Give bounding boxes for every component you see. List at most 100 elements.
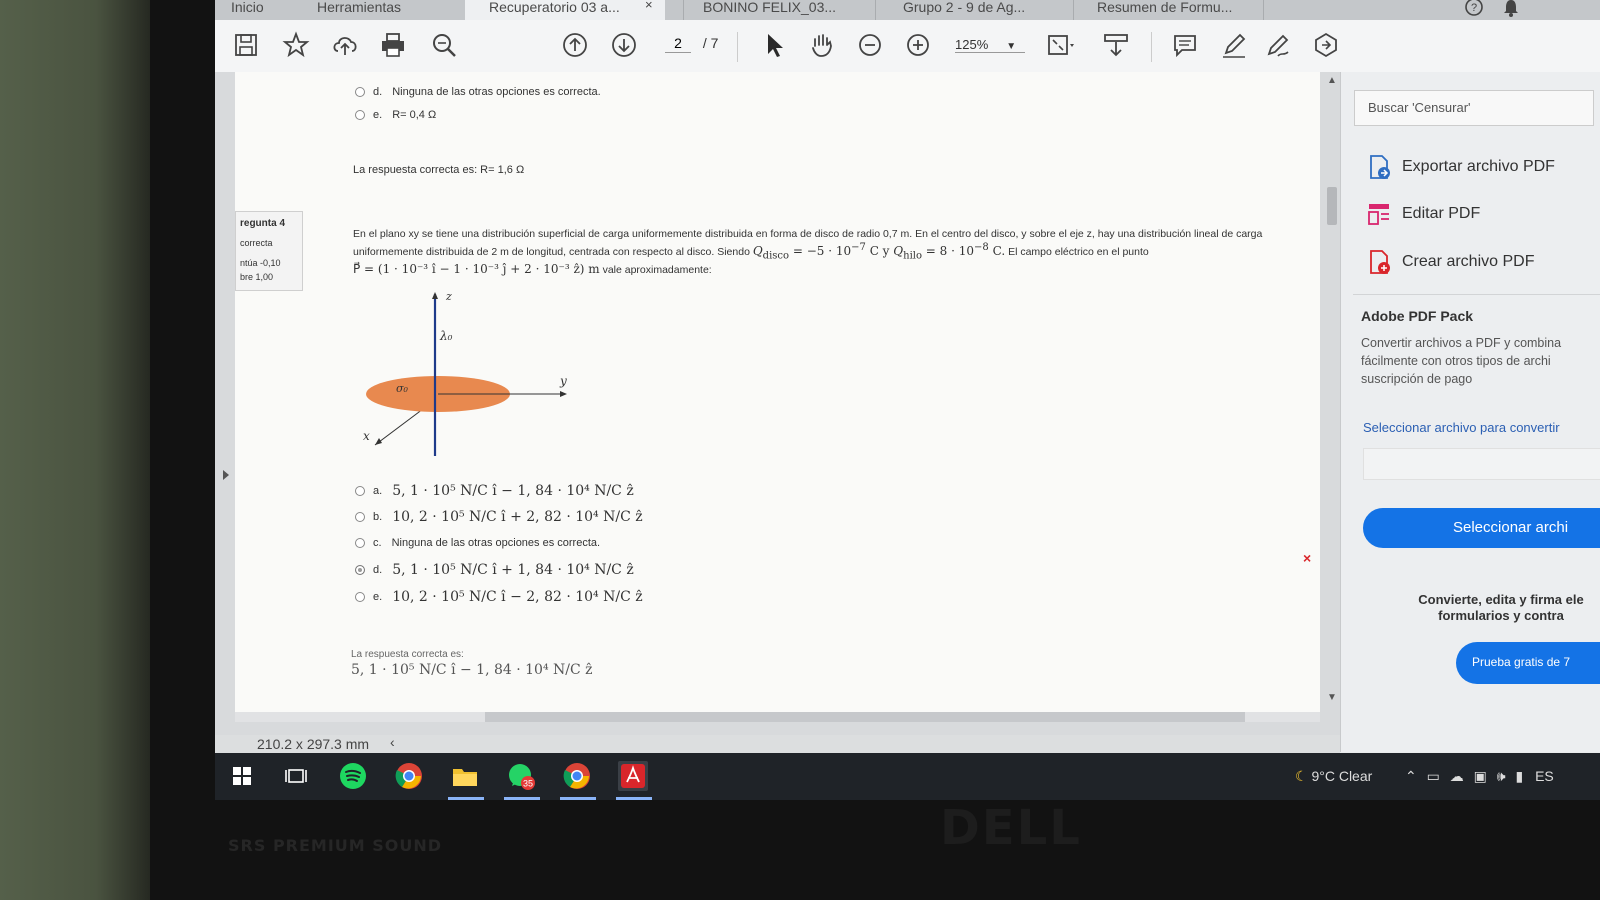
onedrive-icon[interactable]: ☁ xyxy=(1450,768,1464,784)
tab-divider xyxy=(875,0,876,20)
question-line-3: P⃗ = (1 · 10⁻³ î − 1 · 10⁻³ ĵ + 2 · 10⁻³… xyxy=(353,260,712,278)
option-text: Ninguna de las otras opciones es correct… xyxy=(391,537,601,549)
hand-icon[interactable] xyxy=(807,30,837,60)
disc-line-figure: z y x λ₀ σ₀ xyxy=(363,290,567,456)
option-d[interactable]: d. 5, 1 · 10⁵ N/C î + 1, 84 · 10⁴ N/C ẑ xyxy=(355,562,634,578)
spotify-icon[interactable] xyxy=(338,761,368,791)
select-file-link[interactable]: Seleccionar archivo para convertir xyxy=(1363,420,1560,435)
tab-bonino[interactable]: BONINO FELIX_03... xyxy=(703,0,863,20)
scroll-down-icon[interactable]: ▼ xyxy=(1327,692,1337,703)
create-pdf-tool[interactable]: Crear archivo PDF xyxy=(1366,249,1534,275)
whatsapp-icon[interactable]: 35 xyxy=(506,761,536,791)
fit-page-icon[interactable] xyxy=(1045,30,1075,60)
tab-recuperatorio[interactable]: Recuperatorio 03 a... × xyxy=(465,0,665,20)
bell-icon[interactable] xyxy=(1501,0,1521,18)
q-disco-symbol: Q xyxy=(752,244,763,258)
volume-icon[interactable]: 🕪 xyxy=(1497,768,1506,784)
tab-divider xyxy=(683,0,684,20)
file-drop-field[interactable] xyxy=(1363,448,1600,480)
radio-button[interactable] xyxy=(355,110,365,120)
page-number-input[interactable] xyxy=(665,34,691,53)
promo-line: Convierte, edita y firma ele xyxy=(1418,592,1584,607)
zoom-in-icon[interactable] xyxy=(903,30,933,60)
close-tab-icon[interactable]: × xyxy=(645,0,653,12)
tab-herramientas[interactable]: Herramientas xyxy=(317,0,447,20)
file-explorer-icon[interactable] xyxy=(450,761,480,791)
q-disco-exp: −7 xyxy=(851,242,866,253)
battery-icon[interactable]: ▮ xyxy=(1515,768,1523,784)
radio-button-selected[interactable] xyxy=(355,565,365,575)
upload-icon[interactable] xyxy=(330,30,360,60)
question-number: regunta 4 xyxy=(240,218,286,229)
search-tools-input[interactable]: Buscar 'Censurar' xyxy=(1354,90,1594,126)
windows-start-icon[interactable] xyxy=(227,761,257,791)
radio-button[interactable] xyxy=(355,87,365,97)
chevron-up-icon[interactable]: ⌃ xyxy=(1405,768,1417,784)
h-scroll-thumb[interactable] xyxy=(485,712,1245,722)
tab-bar: Inicio Herramientas Recuperatorio 03 a..… xyxy=(215,0,1600,20)
option-a[interactable]: a. 5, 1 · 10⁵ N/C î − 1, 84 · 10⁴ N/C ẑ xyxy=(355,483,634,499)
zoom-search-icon[interactable] xyxy=(429,30,459,60)
active-app-indicator xyxy=(448,797,484,800)
y-axis-arrow xyxy=(560,391,567,397)
horizontal-scrollbar[interactable] xyxy=(235,712,1320,722)
network-icon[interactable]: ▭ xyxy=(1427,768,1440,784)
tool-label: Crear archivo PDF xyxy=(1402,253,1535,270)
help-icon[interactable]: ? xyxy=(1463,0,1485,20)
option-text: 10, 2 · 10⁵ N/C î + 2, 82 · 10⁴ N/C ẑ xyxy=(392,509,643,525)
sign-icon[interactable] xyxy=(1263,30,1293,60)
language-indicator[interactable]: ES xyxy=(1535,768,1554,784)
highlight-icon[interactable] xyxy=(1219,30,1249,60)
share-icon[interactable] xyxy=(1311,30,1341,60)
page-total: / 7 xyxy=(702,35,719,51)
print-icon[interactable] xyxy=(378,30,408,60)
page-down-icon[interactable] xyxy=(609,30,639,60)
export-pdf-tool[interactable]: Exportar archivo PDF xyxy=(1366,154,1555,180)
tab-grupo2[interactable]: Grupo 2 - 9 de Ag... xyxy=(903,0,1063,20)
q-disco: Qdisco = −5 · 10−7 C y xyxy=(752,242,893,261)
answer-label: La respuesta correcta es: xyxy=(351,649,464,660)
display-icon[interactable]: ▣ xyxy=(1474,768,1487,784)
prev-option-e[interactable]: e. R= 0,4 Ω xyxy=(355,109,436,121)
edit-pdf-tool[interactable]: Editar PDF xyxy=(1366,201,1480,227)
radio-button[interactable] xyxy=(355,486,365,496)
select-file-button[interactable]: Seleccionar archi xyxy=(1363,508,1600,548)
active-app-indicator xyxy=(504,797,540,800)
task-view-icon[interactable] xyxy=(281,761,311,791)
option-e[interactable]: e. 10, 2 · 10⁵ N/C î − 2, 82 · 10⁴ N/C ẑ xyxy=(355,589,643,605)
screen: Inicio Herramientas Recuperatorio 03 a..… xyxy=(215,0,1600,800)
scroll-mode-icon[interactable] xyxy=(1101,30,1131,60)
tab-inicio[interactable]: Inicio xyxy=(231,0,301,20)
option-c[interactable]: c. Ninguna de las otras opciones es corr… xyxy=(355,537,600,549)
tab-label: BONINO FELIX_03... xyxy=(703,0,837,15)
vertical-scrollbar[interactable]: ▲ ▼ xyxy=(1325,75,1339,717)
scroll-up-icon[interactable]: ▲ xyxy=(1327,75,1337,86)
toolbar-divider xyxy=(737,32,738,62)
scroll-thumb[interactable] xyxy=(1327,187,1337,225)
chevron-left-icon[interactable]: ‹ xyxy=(390,734,395,750)
page-up-icon[interactable] xyxy=(560,30,590,60)
zoom-dropdown[interactable]: 125% ▼ xyxy=(955,37,1025,53)
tool-label: Exportar archivo PDF xyxy=(1402,158,1555,175)
radio-button[interactable] xyxy=(355,512,365,522)
save-icon[interactable] xyxy=(231,30,261,60)
prev-option-d[interactable]: d. Ninguna de las otras opciones es corr… xyxy=(355,86,601,98)
free-trial-button[interactable]: Prueba gratis de 7 xyxy=(1456,642,1600,684)
left-pane-toggle-icon[interactable] xyxy=(223,470,229,480)
select-cursor-icon[interactable] xyxy=(759,30,789,60)
search-placeholder: Buscar 'Censurar' xyxy=(1368,100,1471,115)
option-letter: c. xyxy=(373,537,382,549)
tab-resumen[interactable]: Resumen de Formu... xyxy=(1097,0,1267,20)
option-b[interactable]: b. 10, 2 · 10⁵ N/C î + 2, 82 · 10⁴ N/C ẑ xyxy=(355,509,643,525)
chrome-icon[interactable] xyxy=(562,761,592,791)
weather-widget[interactable]: ☾ 9°C Clear xyxy=(1295,768,1372,785)
acrobat-icon[interactable] xyxy=(618,761,648,791)
radio-button[interactable] xyxy=(355,592,365,602)
comment-icon[interactable] xyxy=(1170,30,1200,60)
chrome-icon[interactable] xyxy=(394,761,424,791)
star-icon[interactable] xyxy=(281,30,311,60)
zoom-out-icon[interactable] xyxy=(855,30,885,60)
tab-label: Herramientas xyxy=(317,0,402,15)
q-hilo-symbol: Q xyxy=(893,244,904,258)
radio-button[interactable] xyxy=(355,538,365,548)
